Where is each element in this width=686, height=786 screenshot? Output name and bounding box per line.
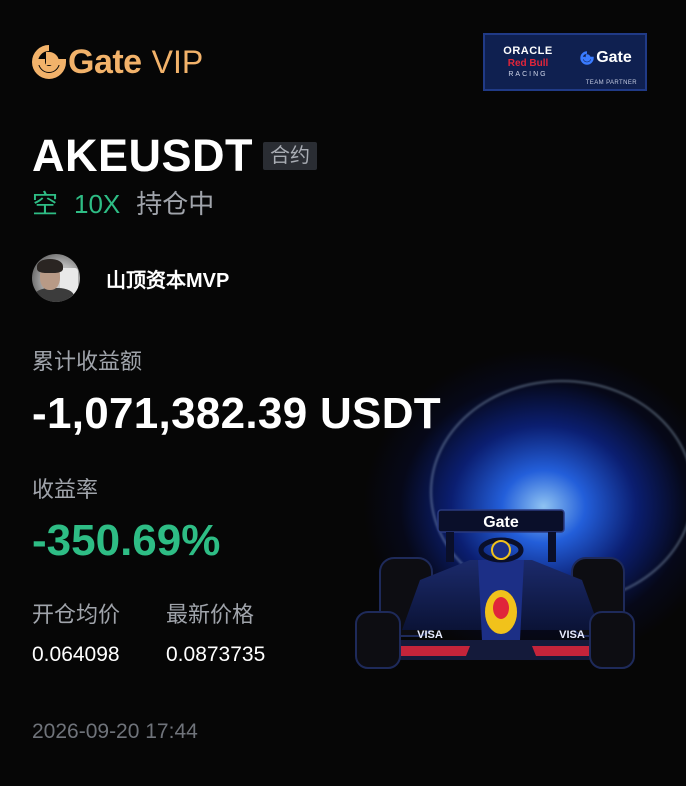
partner-gate-logo: Gate [567,49,645,67]
avatar [32,254,80,302]
gate-logo-icon [32,45,66,79]
price-values-row: 0.064098 0.0873735 [32,641,265,669]
contract-tag: 合约 [263,142,318,170]
user-row: 山顶资本MVP [32,254,229,302]
partner-line-racing: RACING [508,70,548,78]
brand-word: Gate [68,43,142,81]
position-leverage: 10X [74,189,121,219]
partner-gate-word: Gate [596,49,632,66]
brand-tier: VIP [151,44,204,80]
gate-small-icon [580,51,594,65]
pnl-label: 累计收益额 [32,349,143,374]
partner-line-oracle: ORACLE [503,44,553,57]
team-partner-badge: ORACLE Red Bull RACING Gate TEAM PARTNER [483,33,647,91]
car-sponsor-left: VISA [417,629,443,641]
price-labels-row: 开仓均价 最新价格 [32,601,254,629]
latest-price-label: 最新价格 [166,602,255,627]
car-sponsor-right: VISA [559,629,585,641]
roi-label: 收益率 [32,477,99,502]
position-direction: 空 [32,189,59,219]
gate-vip-logo: Gate VIP [32,42,203,82]
share-card: Gate VIP ORACLE Red Bull RACING Gate TEA… [0,0,686,786]
position-status: 持仓中 [136,189,215,219]
redbull-racing-logo: ORACLE Red Bull RACING [485,45,567,80]
latest-price-value: 0.0873735 [166,643,266,666]
partner-caption: TEAM PARTNER [585,80,637,86]
partner-line-redbull: Red Bull [507,57,549,69]
pair-name: AKEUSDT [32,130,254,181]
car-gate-text: Gate [483,514,519,531]
entry-price-label: 开仓均价 [32,602,121,627]
pnl-value: -1,071,382.39 USDT [32,389,441,438]
username: 山顶资本MVP [106,269,230,292]
race-car-illustration: Gate VISA VISA [355,509,635,669]
timestamp: 2026-09-20 17:44 [32,720,198,743]
entry-price-value: 0.064098 [32,643,120,666]
roi-value: -350.69% [32,516,221,565]
position-info-row: 空 10X 持仓中 [32,188,214,220]
pair-title-row: AKEUSDT 合约 [32,130,318,182]
